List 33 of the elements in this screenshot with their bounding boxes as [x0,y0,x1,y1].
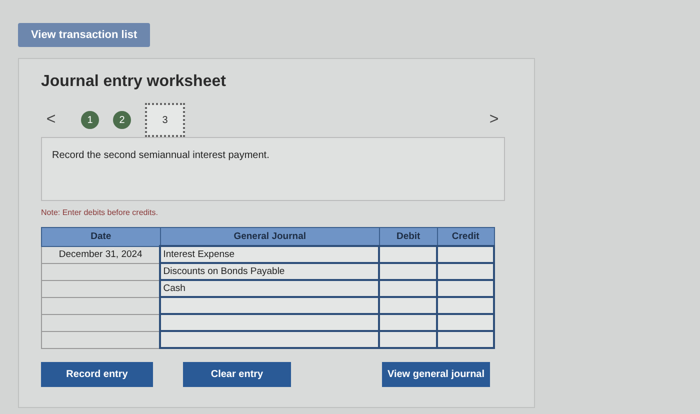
worksheet-title: Journal entry worksheet [41,73,227,91]
account-field[interactable]: Cash [160,280,380,297]
credit-field[interactable] [437,263,494,280]
account-field[interactable] [160,297,380,314]
account-field[interactable]: Interest Expense [160,246,380,263]
debit-field[interactable] [379,263,438,280]
debit-field[interactable] [379,280,438,297]
action-button[interactable]: Record entry [41,362,153,387]
debit-field[interactable] [379,331,438,348]
step-tab[interactable]: 1 [81,111,99,129]
date-cell: December 31, 2024 [42,246,160,263]
credit-field[interactable] [437,280,494,297]
action-button[interactable]: View general journal [382,362,490,387]
column-header: General Journal [160,228,380,246]
prompt-text: Record the second semiannual interest payment. [41,137,505,201]
credit-field[interactable] [437,331,494,348]
action-button[interactable]: Clear entry [183,362,291,387]
step-tab[interactable]: 2 [113,111,131,129]
note-text: Note: Enter debits before credits. [41,208,159,217]
step-tab[interactable]: 3 [145,103,185,137]
column-header: Debit [379,228,438,246]
account-field[interactable] [160,331,380,348]
debit-field[interactable] [379,297,438,314]
column-header: Date [42,228,160,246]
account-field[interactable] [160,314,380,331]
view-transaction-list-button[interactable]: View transaction list [18,23,150,47]
account-field[interactable]: Discounts on Bonds Payable [160,263,380,280]
credit-field[interactable] [437,314,494,331]
debit-field[interactable] [379,246,438,263]
column-header: Credit [437,228,494,246]
debit-field[interactable] [379,314,438,331]
credit-field[interactable] [437,297,494,314]
credit-field[interactable] [437,246,494,263]
